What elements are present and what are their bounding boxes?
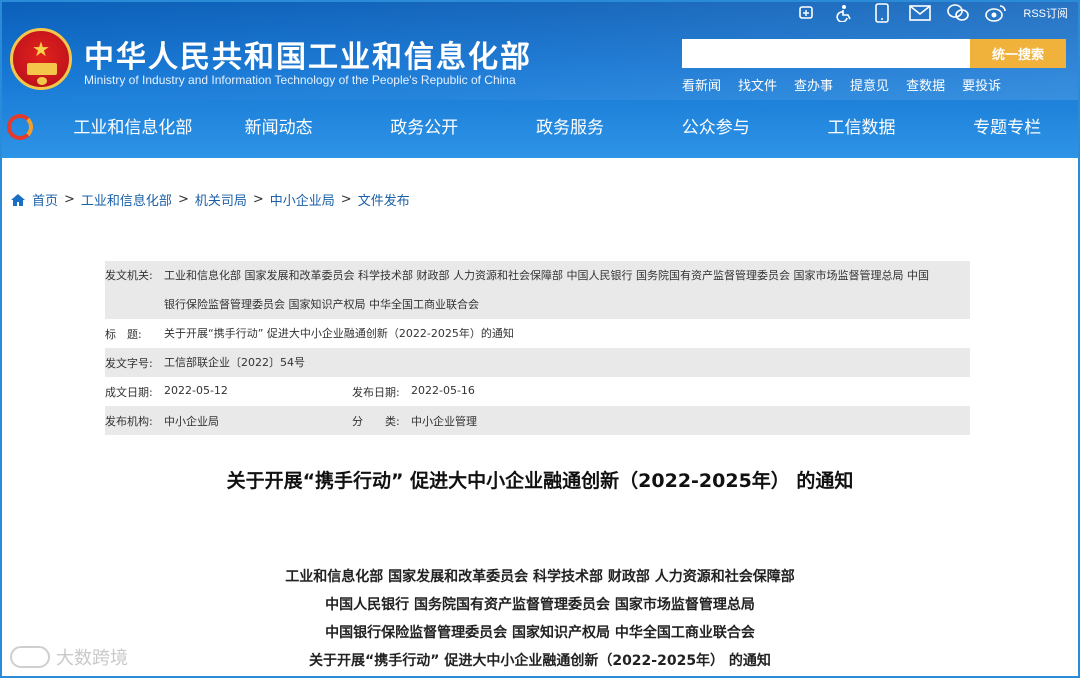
watermark: 大数跨境	[10, 644, 128, 670]
meta-value-docno: 工信部联企业〔2022〕54号	[164, 356, 305, 369]
main-nav: 工业和信息化部 新闻动态 政务公开 政务服务 公众参与 工信数据 专题专栏	[0, 100, 1080, 156]
issuer-line-1: 工业和信息化部 国家发展和改革委员会 科学技术部 财政部 人力资源和社会保障部 …	[164, 269, 929, 282]
nav-item-gov-services[interactable]: 政务服务	[497, 100, 643, 156]
nav-item-ministry[interactable]: 工业和信息化部	[60, 100, 206, 156]
meta-label: 发文机关:	[105, 269, 153, 282]
document-title: 关于开展“携手行动” 促进大中小企业融通创新（2022-2025年） 的通知	[226, 470, 854, 492]
quick-link-complaint[interactable]: 要投诉	[962, 75, 1001, 94]
breadcrumb-separator: >	[252, 192, 264, 207]
accessibility-icon[interactable]	[833, 3, 855, 23]
meta-row-docno: 发文字号: 工信部联企业〔2022〕54号	[105, 348, 970, 377]
quick-link-files[interactable]: 找文件	[738, 75, 777, 94]
breadcrumb-sme-bureau[interactable]: 中小企业局	[270, 190, 335, 209]
issuer-line: 中国银行保险监督管理委员会 国家知识产权局 中华全国工商业联合会	[325, 625, 755, 641]
breadcrumb: 首页 > 工业和信息化部 > 机关司局 > 中小企业局 > 文件发布	[10, 190, 410, 209]
meta-row-issuer: 发文机关: 工业和信息化部 国家发展和改革委员会 科学技术部 财政部 人力资源和…	[105, 261, 970, 319]
quick-link-feedback[interactable]: 提意见	[850, 75, 889, 94]
breadcrumb-ministry[interactable]: 工业和信息化部	[81, 190, 172, 209]
breadcrumb-separator: >	[177, 192, 189, 207]
meta-row-title: 标 题: 关于开展“携手行动” 促进大中小企业融通创新（2022-2025年）的…	[105, 319, 970, 348]
quick-link-news[interactable]: 看新闻	[682, 75, 721, 94]
meta-value-published-date: 2022-05-16	[411, 383, 475, 397]
nav-item-news[interactable]: 新闻动态	[206, 100, 352, 156]
watermark-logo-icon	[10, 646, 50, 668]
site-subtitle: Ministry of Industry and Information Tec…	[84, 73, 516, 87]
breadcrumb-separator: >	[340, 192, 352, 207]
weibo-icon[interactable]	[985, 3, 1007, 23]
meta-value-written-date: 2022-05-12	[164, 383, 228, 397]
meta-label: 发布机构:	[105, 414, 153, 428]
home-icon[interactable]	[10, 192, 26, 208]
meta-row-org: 发布机构: 中小企业局 分 类: 中小企业管理	[105, 406, 970, 435]
breadcrumb-home[interactable]: 首页	[32, 190, 58, 209]
site-title[interactable]: 中华人民共和国工业和信息化部	[84, 32, 532, 76]
meta-value-org: 中小企业局	[164, 414, 219, 428]
nav-item-public-participation[interactable]: 公众参与	[643, 100, 789, 156]
quick-link-services[interactable]: 查办事	[794, 75, 833, 94]
search-input[interactable]	[682, 39, 970, 68]
mail-icon[interactable]	[909, 3, 932, 23]
watermark-text: 大数跨境	[56, 648, 128, 669]
issuer-line: 工业和信息化部 国家发展和改革委员会 科学技术部 财政部 人力资源和社会保障部	[285, 569, 795, 585]
meta-label: 标 题:	[105, 327, 142, 341]
elder-mode-icon[interactable]	[795, 3, 817, 23]
breadcrumb-separator: >	[64, 192, 75, 207]
site-logo-icon[interactable]	[7, 114, 33, 140]
meta-label: 成文日期:	[105, 385, 153, 399]
wechat-icon[interactable]	[947, 3, 970, 23]
meta-label: 发文字号:	[105, 356, 153, 370]
meta-row-dates: 成文日期: 2022-05-12 发布日期: 2022-05-16	[105, 377, 970, 406]
quick-links: 看新闻 找文件 查办事 提意见 查数据 要投诉	[682, 75, 1001, 94]
document-metadata-table: 发文机关: 工业和信息化部 国家发展和改革委员会 科学技术部 财政部 人力资源和…	[105, 261, 970, 435]
breadcrumb-departments[interactable]: 机关司局	[195, 190, 247, 209]
breadcrumb-documents[interactable]: 文件发布	[358, 190, 410, 209]
issuer-line: 中国人民银行 国务院国有资产监督管理委员会 国家市场监督管理总局	[325, 597, 755, 613]
meta-value-title: 关于开展“携手行动” 促进大中小企业融通创新（2022-2025年）的通知	[164, 327, 514, 340]
meta-value-category: 中小企业管理	[411, 414, 477, 428]
nav-item-gov-affairs[interactable]: 政务公开	[351, 100, 497, 156]
top-toolbar: RSS订阅	[795, 2, 1068, 24]
meta-value-issuer: 工业和信息化部 国家发展和改革委员会 科学技术部 财政部 人力资源和社会保障部 …	[164, 261, 970, 319]
national-emblem-logo[interactable]: ★	[10, 28, 72, 90]
search-button[interactable]: 统一搜索	[970, 39, 1066, 68]
rss-subscribe-link[interactable]: RSS订阅	[1023, 5, 1068, 21]
quick-link-data[interactable]: 查数据	[906, 75, 945, 94]
meta-label: 分 类:	[352, 414, 400, 428]
issuer-line: 关于开展“携手行动” 促进大中小企业融通创新（2022-2025年） 的通知	[309, 653, 771, 669]
mobile-icon[interactable]	[871, 3, 893, 23]
meta-label: 发布日期:	[352, 385, 400, 399]
document-issuers: 工业和信息化部 国家发展和改革委员会 科学技术部 财政部 人力资源和社会保障部 …	[0, 563, 1080, 675]
nav-item-topics[interactable]: 专题专栏	[934, 100, 1080, 156]
issuer-line-2: 银行保险监督管理委员会 国家知识产权局 中华全国工商业联合会	[164, 298, 479, 311]
nav-item-data[interactable]: 工信数据	[789, 100, 935, 156]
